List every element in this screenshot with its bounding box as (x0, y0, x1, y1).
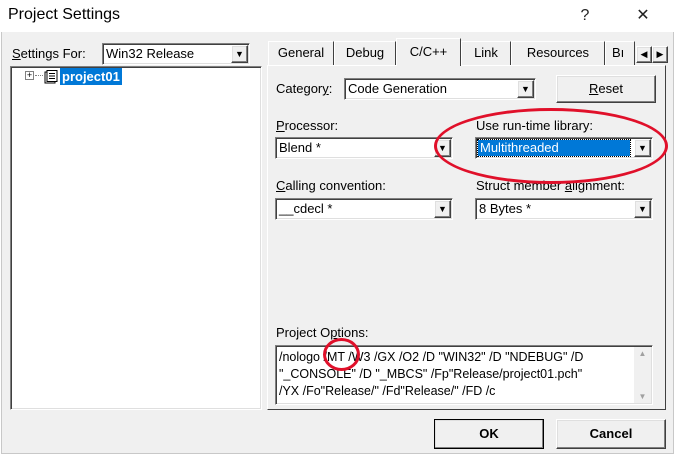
help-button[interactable]: ? (562, 0, 608, 32)
processor-dropdown-button[interactable]: ▼ (434, 139, 451, 157)
options-line: /nologo /MT /W3 /GX /O2 /D "WIN32" /D "N… (279, 350, 584, 364)
runtime-library-value: Multithreaded (477, 139, 631, 157)
tab-browse-partial[interactable]: Bı (605, 41, 635, 65)
runtime-library-label: Use run-time library: (476, 118, 594, 133)
processor-combo[interactable]: Blend * ▼ (275, 137, 453, 159)
tab-scroll-right-icon[interactable]: ▶ (652, 46, 668, 63)
category-dropdown-button[interactable]: ▼ (517, 80, 534, 98)
tab-c-cpp[interactable]: C/C++ (396, 38, 461, 66)
tree-expander-icon[interactable]: + (25, 71, 34, 80)
cancel-button[interactable]: Cancel (556, 419, 666, 449)
processor-value: Blend * (279, 140, 321, 155)
runtime-library-combo[interactable]: Multithreaded ▼ (475, 137, 653, 159)
tree-item-project[interactable]: project01 (60, 68, 122, 85)
chevron-down-icon: ▼ (638, 204, 647, 214)
calling-convention-combo[interactable]: __cdecl * ▼ (275, 198, 453, 220)
settings-for-value: Win32 Release (106, 46, 195, 61)
runtime-library-dropdown-button[interactable]: ▼ (634, 139, 651, 157)
category-combo[interactable]: Code Generation ▼ (344, 78, 536, 100)
chevron-down-icon: ▼ (235, 49, 244, 59)
project-options-textarea[interactable]: /nologo /MT /W3 /GX /O2 /D "WIN32" /D "N… (275, 345, 653, 405)
project-tree[interactable]: + project01 (10, 66, 262, 410)
options-line: "_CONSOLE" /D "_MBCS" /Fp"Release/projec… (279, 367, 583, 381)
window-title: Project Settings (8, 6, 121, 23)
options-scrollbar[interactable]: ▲ ▼ (634, 347, 651, 403)
calling-convention-label: Calling convention: (276, 178, 386, 193)
struct-alignment-combo[interactable]: 8 Bytes * ▼ (475, 198, 653, 220)
category-label: Category: (276, 81, 333, 96)
options-line: /YX /Fo"Release/" /Fd"Release/" /FD /c (279, 384, 496, 398)
struct-alignment-value: 8 Bytes * (479, 201, 532, 216)
calling-convention-value: __cdecl * (279, 201, 333, 216)
settings-for-dropdown-button[interactable]: ▼ (231, 45, 248, 63)
processor-label: Processor: (276, 118, 339, 133)
chevron-down-icon: ▼ (438, 204, 447, 214)
title-bar: Project Settings ? ✕ (0, 0, 675, 32)
tab-debug[interactable]: Debug (334, 41, 396, 65)
settings-for-combo[interactable]: Win32 Release ▼ (102, 43, 250, 65)
ok-button[interactable]: OK (434, 419, 544, 449)
project-icon (44, 70, 58, 84)
scroll-down-icon[interactable]: ▼ (634, 392, 651, 401)
struct-alignment-dropdown-button[interactable]: ▼ (634, 200, 651, 218)
settings-for-label: Settings For: (12, 46, 86, 61)
close-icon[interactable]: ✕ (620, 0, 666, 32)
tab-general[interactable]: General (268, 41, 334, 65)
chevron-down-icon: ▼ (521, 84, 530, 94)
tab-link[interactable]: Link (461, 41, 511, 65)
project-options-label: Project Options: (276, 325, 369, 340)
tab-scroll-left-icon[interactable]: ◀ (636, 46, 652, 63)
tree-connector (35, 75, 43, 76)
struct-alignment-label: Struct member alignment: (476, 178, 625, 193)
reset-button[interactable]: Reset (556, 75, 656, 103)
chevron-down-icon: ▼ (638, 143, 647, 153)
chevron-down-icon: ▼ (438, 143, 447, 153)
category-value: Code Generation (348, 81, 448, 96)
calling-convention-dropdown-button[interactable]: ▼ (434, 200, 451, 218)
tab-resources[interactable]: Resources (511, 41, 605, 65)
settings-for-label-rest: ettings For: (20, 46, 86, 61)
project-options-text: /nologo /MT /W3 /GX /O2 /D "WIN32" /D "N… (279, 349, 583, 400)
scroll-up-icon[interactable]: ▲ (634, 349, 651, 358)
